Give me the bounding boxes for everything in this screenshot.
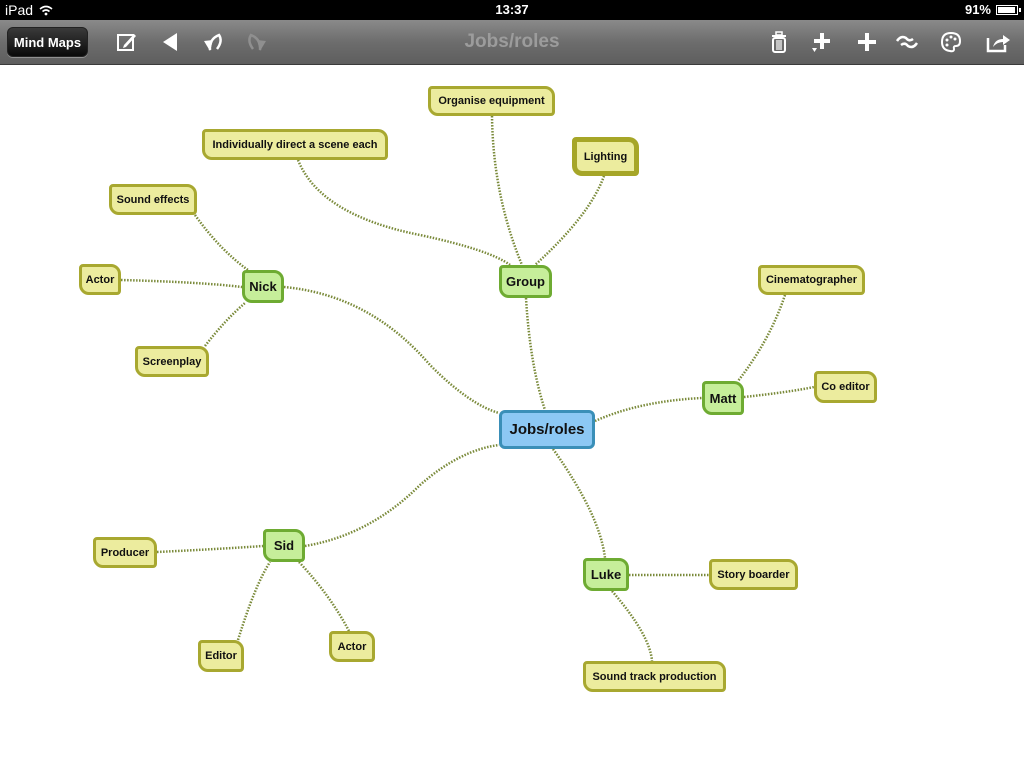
link-matt-cinematographer: [737, 294, 787, 382]
link-root-sid: [304, 443, 500, 548]
link-nick-soundeffects: [193, 214, 249, 272]
link-root-group: [524, 297, 547, 411]
branch-node-matt[interactable]: Matt: [702, 381, 744, 415]
mind-maps-back-button[interactable]: Mind Maps: [7, 27, 88, 57]
share-icon[interactable]: [986, 29, 1012, 55]
previous-icon[interactable]: [157, 29, 183, 55]
link-sid-producer: [156, 544, 264, 554]
leaf-node-actor-sid[interactable]: Actor: [329, 631, 375, 662]
branch-node-sid[interactable]: Sid: [263, 529, 305, 562]
battery-icon: [996, 4, 1021, 15]
branch-node-group[interactable]: Group: [499, 265, 552, 298]
leaf-node-editor[interactable]: Editor: [198, 640, 244, 672]
link-group-individually: [296, 159, 511, 267]
link-sid-editor: [236, 561, 272, 641]
branch-node-nick[interactable]: Nick: [242, 270, 284, 303]
mind-map-canvas[interactable]: Jobs/roles Group Organise equipment Ligh…: [0, 65, 1024, 768]
branch-node-luke[interactable]: Luke: [583, 558, 629, 591]
leaf-node-actor-nick[interactable]: Actor: [79, 264, 121, 295]
toolbar: Mind Maps Jobs/roles: [0, 20, 1024, 65]
trash-icon[interactable]: [766, 29, 792, 55]
link-matt-coeditor: [743, 385, 815, 399]
leaf-node-screenplay[interactable]: Screenplay: [135, 346, 209, 377]
link-nick-screenplay: [204, 302, 246, 347]
link-group-lighting: [534, 175, 606, 266]
leaf-node-lighting[interactable]: Lighting: [572, 137, 639, 176]
leaf-node-cinematographer[interactable]: Cinematographer: [758, 265, 865, 295]
link-group-organise: [490, 115, 524, 266]
link-sid-actor: [298, 561, 351, 632]
status-bar: iPad 13:37 91%: [0, 0, 1024, 20]
link-icon[interactable]: [894, 29, 920, 55]
leaf-node-sound-track-production[interactable]: Sound track production: [583, 661, 726, 692]
root-node[interactable]: Jobs/roles: [499, 410, 595, 449]
link-luke-soundtrack: [611, 590, 654, 662]
add-sibling-icon[interactable]: [854, 29, 880, 55]
link-root-nick: [283, 285, 500, 415]
leaf-node-producer[interactable]: Producer: [93, 537, 157, 568]
leaf-node-story-boarder[interactable]: Story boarder: [709, 559, 798, 590]
leaf-node-individually-direct[interactable]: Individually direct a scene each: [202, 129, 388, 160]
link-root-luke: [551, 448, 607, 559]
undo-icon[interactable]: [200, 29, 226, 55]
link-nick-actor: [120, 278, 243, 289]
leaf-node-sound-effects[interactable]: Sound effects: [109, 184, 197, 215]
leaf-node-organise-equipment[interactable]: Organise equipment: [428, 86, 555, 116]
redo-icon[interactable]: [244, 29, 270, 55]
leaf-node-co-editor[interactable]: Co editor: [814, 371, 877, 403]
clock: 13:37: [495, 2, 529, 17]
palette-icon[interactable]: [938, 29, 964, 55]
add-child-icon[interactable]: [808, 29, 834, 55]
link-root-matt: [594, 396, 703, 423]
battery-percent: 91%: [964, 2, 991, 17]
edit-icon[interactable]: [114, 29, 140, 55]
